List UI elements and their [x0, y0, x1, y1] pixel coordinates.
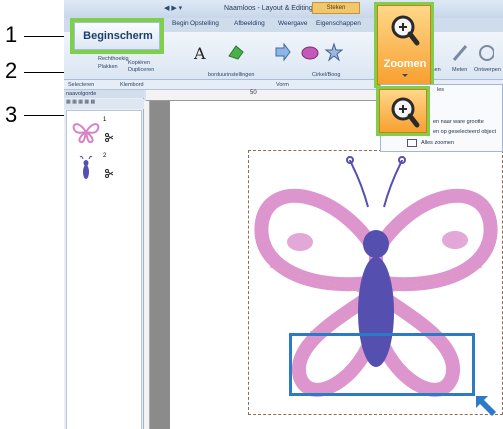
selection-rectangle	[289, 333, 475, 396]
group-klembord: Klembord	[120, 82, 144, 88]
zoom-all-icon	[407, 139, 417, 147]
group-vorm: Vorm	[276, 82, 289, 88]
fill-shape-icon[interactable]	[300, 42, 320, 62]
window-title: Naamloos - Layout & Editing	[224, 5, 313, 12]
design-tool-icon[interactable]	[478, 44, 494, 62]
magnifier-icon	[391, 15, 420, 46]
scissors-icon	[105, 169, 114, 178]
home-tab[interactable]: Beginscherm	[74, 22, 160, 50]
zoom-button-label: Zoomen	[383, 58, 427, 70]
panel-toolbar[interactable]: ▦ ▦ ▦ ▦ ▦	[64, 99, 144, 109]
pointer-arrow-icon	[476, 396, 496, 416]
chevron-down-icon	[402, 74, 408, 77]
text-tool-icon[interactable]: A	[192, 44, 208, 62]
order-number: 2	[103, 153, 107, 159]
menu-header: les	[437, 87, 445, 93]
cirkel-boog-label[interactable]: Cirkel/Boog	[312, 72, 340, 78]
zoom-button[interactable]: Zoomen	[377, 5, 431, 85]
begin-tab-highlight: Beginscherm	[70, 18, 164, 54]
arrow-shape-icon[interactable]	[272, 42, 292, 62]
ontwerpen-label[interactable]: Ontwerpen	[474, 67, 501, 73]
tab-opstelling[interactable]: Opstelling	[190, 20, 219, 27]
scissors-icon	[105, 133, 114, 142]
zoom-button-highlight: Zoomen	[374, 2, 434, 88]
panel-title: naavolgorde	[64, 90, 144, 98]
dupliceren-label[interactable]: Dupliceren	[128, 67, 154, 73]
list-item[interactable]: 2	[71, 153, 131, 183]
borduurinstellingen-label[interactable]: borduurinstellingen	[208, 72, 254, 78]
quick-access-toolbar[interactable]: ◀ ▶ ▾	[164, 4, 182, 12]
kopieren-label[interactable]: Kopiëren	[128, 60, 150, 66]
rechthoekig-label: Rechthoekig	[98, 56, 129, 62]
callout-1: 1	[5, 22, 18, 47]
magnifier-icon	[391, 97, 420, 128]
callout-2: 2	[5, 58, 18, 83]
star-shape-icon[interactable]	[324, 42, 344, 62]
workspace-background	[150, 101, 170, 429]
ruler-mark: 50	[250, 90, 257, 96]
list-item[interactable]: 1	[71, 117, 131, 147]
svg-text:A: A	[193, 44, 206, 62]
status-tab[interactable]: Steken	[312, 2, 360, 14]
zoom-menu-item-highlight	[376, 86, 430, 136]
sewing-order-list: 1 2	[66, 110, 142, 429]
tab-weergave[interactable]: Weergave	[278, 20, 308, 27]
shape-tool-icon[interactable]	[226, 42, 246, 62]
zoom-tool-item[interactable]	[379, 89, 427, 133]
meten-label[interactable]: Meten	[452, 67, 467, 73]
butterfly-outline-icon	[72, 123, 100, 144]
tab-eigenschappen[interactable]: Eigenschappen	[316, 20, 361, 27]
group-selecteren: Selecteren	[68, 82, 95, 88]
menu-item-zoom-selected[interactable]: en op geselecteerd object	[433, 129, 496, 135]
plakken-label[interactable]: Plakken	[98, 64, 118, 70]
order-number: 1	[103, 117, 107, 123]
menu-item-zoom-all[interactable]: Alles zoomen	[421, 140, 454, 146]
menu-item-actual-size[interactable]: en naar ware grootte	[433, 119, 484, 125]
title-bar: ◀ ▶ ▾ Naamloos - Layout & Editing Steken	[64, 0, 503, 18]
callout-3: 3	[5, 102, 18, 127]
butterfly-body-icon	[79, 155, 93, 179]
sewing-order-panel: naavolgorde ▦ ▦ ▦ ▦ ▦ 1 2	[64, 90, 144, 429]
tab-afbeelding[interactable]: Afbeelding	[234, 20, 265, 27]
home-tab-label: Beginscherm	[83, 30, 153, 42]
measure-tool-icon[interactable]	[452, 44, 468, 62]
tab-begin[interactable]: Begin	[172, 20, 189, 27]
